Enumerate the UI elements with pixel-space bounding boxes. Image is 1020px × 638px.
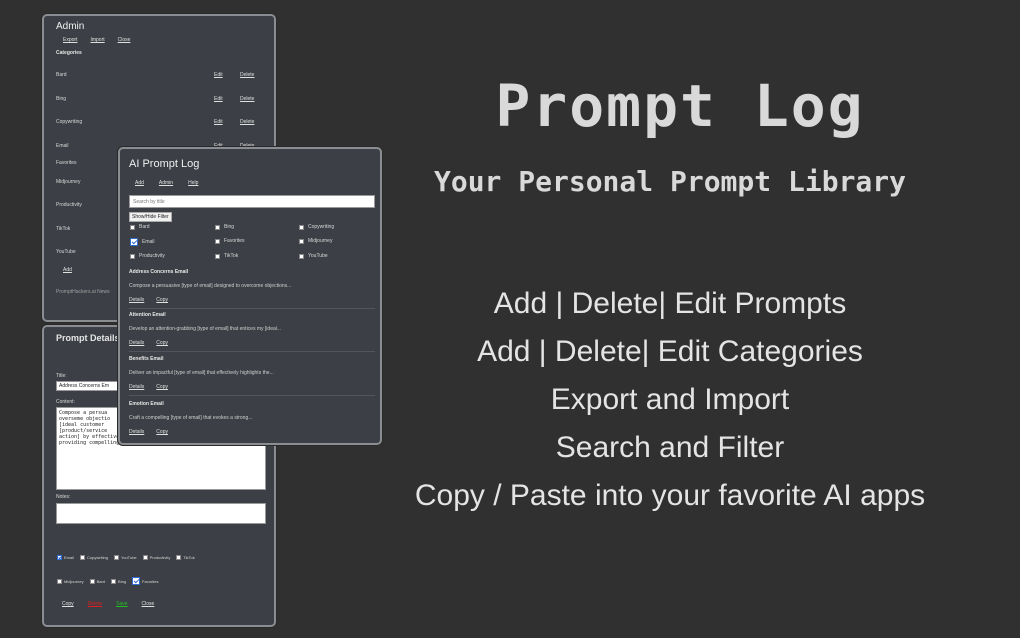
details-actions: Copy Delete Save Close <box>62 601 154 607</box>
checkbox-box[interactable] <box>142 555 148 560</box>
checkbox-box[interactable] <box>80 555 86 560</box>
admin-title: Admin <box>56 21 85 32</box>
content-label: Content: <box>56 399 75 405</box>
checkbox-box[interactable] <box>111 578 117 584</box>
feature-item: Add | Delete| Edit Prompts <box>493 287 847 320</box>
prompt-entry-desc: Develop an attention-grabbing [type of e… <box>129 326 282 332</box>
category-name: Favorites <box>56 160 77 166</box>
add-link[interactable]: Add <box>135 180 144 186</box>
add-category-link[interactable]: Add <box>63 267 72 273</box>
notes-input[interactable] <box>56 503 266 524</box>
filter-youtube[interactable]: YouTube <box>299 253 328 259</box>
log-title: AI Prompt Log <box>129 158 200 170</box>
filter-tiktok[interactable]: TikTok <box>215 253 238 259</box>
copy-link[interactable]: Copy <box>156 384 168 390</box>
admin-link[interactable]: Admin <box>159 180 173 186</box>
category-name: TikTok <box>56 226 71 232</box>
category-name: Midjourney <box>56 179 81 185</box>
prompt-entry: Benefits Email Deliver an impactful [typ… <box>129 356 375 396</box>
log-toolbar: Add Admin Help <box>135 180 198 186</box>
checkbox-productivity[interactable]: Productivity <box>142 555 170 560</box>
feature-item: Search and Filter <box>555 431 785 464</box>
prompt-entry-title: Address Concerns Email <box>129 269 189 275</box>
filter-email[interactable]: Email <box>130 238 155 246</box>
close-link[interactable]: Close <box>142 601 155 607</box>
delete-link[interactable]: Delete <box>88 601 102 607</box>
copy-link[interactable]: Copy <box>156 340 168 346</box>
copy-link[interactable]: Copy <box>62 601 74 607</box>
checkbox-box[interactable] <box>132 577 141 585</box>
checkbox-email[interactable]: Email <box>57 555 74 560</box>
checkbox-tiktok[interactable]: TikTok <box>176 555 195 560</box>
filter-bing[interactable]: Bing <box>215 224 234 230</box>
category-checkbox-row: Email Copywriting YouTube Productivity T… <box>57 555 195 560</box>
filter-productivity[interactable]: Productivity <box>130 253 165 259</box>
checkbox-box[interactable] <box>113 555 119 560</box>
hero-subtitle: Your Personal Prompt Library <box>433 165 906 198</box>
filter-bard[interactable]: Bard <box>130 224 150 230</box>
entry-divider <box>129 351 375 352</box>
prompt-entry: Attention Email Develop an attention-gra… <box>129 312 375 352</box>
feature-item: Export and Import <box>550 383 790 416</box>
checkbox-bing[interactable]: Bing <box>111 578 126 584</box>
export-link[interactable]: Export <box>63 37 77 43</box>
checkbox-copywriting[interactable]: Copywriting <box>80 555 108 560</box>
categories-heading: Categories <box>56 50 82 56</box>
prompt-entry-desc: Compose a persuasive [type of email] des… <box>129 283 292 289</box>
copy-link[interactable]: Copy <box>156 429 168 435</box>
close-link[interactable]: Close <box>118 37 131 43</box>
filter-midjourney[interactable]: Midjourney <box>299 238 332 244</box>
toggle-filter-button[interactable]: Show/Hide Filter <box>129 212 172 222</box>
filter-favorites[interactable]: Favorites <box>215 238 245 244</box>
entry-divider <box>129 308 375 309</box>
entry-divider <box>129 395 375 396</box>
admin-footer: PromptHackers.ai News <box>56 289 110 295</box>
category-name: Productivity <box>56 202 82 208</box>
title-label: Title: <box>56 373 67 379</box>
checkbox-box[interactable] <box>57 578 62 584</box>
prompt-entry-title: Benefits Email <box>129 356 164 362</box>
copy-link[interactable]: Copy <box>156 297 168 303</box>
filter-copywriting[interactable]: Copywriting <box>299 224 334 230</box>
hero-title: Prompt Log <box>495 72 865 140</box>
details-link[interactable]: Details <box>129 429 144 435</box>
prompt-entry: Address Concerns Email Compose a persuas… <box>129 269 375 309</box>
details-link[interactable]: Details <box>129 384 144 390</box>
category-checkbox-row: Midjourney Bard Bing Favorites <box>57 577 159 585</box>
prompt-entry-desc: Craft a compelling [type of email] that … <box>129 415 253 421</box>
checkbox-bard[interactable]: Bard <box>89 578 105 584</box>
feature-item: Add | Delete| Edit Categories <box>477 335 863 368</box>
prompt-entry-desc: Deliver an impactful [type of email] tha… <box>129 370 274 376</box>
help-link[interactable]: Help <box>188 180 198 186</box>
checkbox-midjourney[interactable]: Midjourney <box>57 578 84 584</box>
checkbox-youtube[interactable]: YouTube <box>113 555 137 560</box>
details-title: Prompt Details <box>56 333 120 343</box>
notes-label: Notes: <box>56 494 71 500</box>
save-link[interactable]: Save <box>116 601 127 607</box>
checkbox-box[interactable] <box>176 555 182 560</box>
search-input[interactable]: Search by title <box>129 195 375 208</box>
prompt-entry-title: Emotion Email <box>129 401 164 407</box>
feature-list: Add | Delete| Edit Prompts Add | Delete|… <box>360 283 980 523</box>
checkbox-favorites[interactable]: Favorites <box>132 577 159 585</box>
details-link[interactable]: Details <box>129 297 144 303</box>
feature-item: Copy / Paste into your favorite AI apps <box>414 479 926 512</box>
category-name: YouTube <box>56 249 76 255</box>
import-link[interactable]: Import <box>90 37 104 43</box>
prompt-entry-title: Attention Email <box>129 312 166 318</box>
details-link[interactable]: Details <box>129 340 144 346</box>
admin-toolbar: Export Import Close <box>63 37 130 43</box>
prompt-entry: Emotion Email Craft a compelling [type o… <box>129 401 375 435</box>
checkbox-box[interactable] <box>89 578 95 584</box>
checkbox-box[interactable] <box>57 555 62 560</box>
category-name: Email <box>56 143 69 149</box>
